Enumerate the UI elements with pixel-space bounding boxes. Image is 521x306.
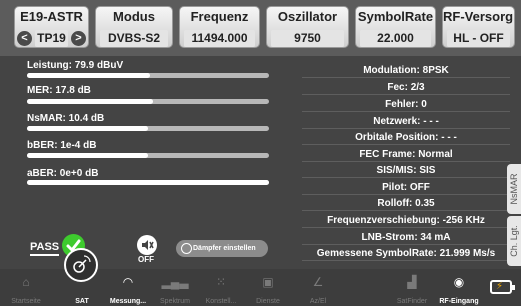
nsmar-label: NsMAR: 10.4 dB <box>27 113 105 124</box>
mer-meter <box>27 99 269 104</box>
nav-satfinder-label: SatFinder <box>396 298 428 305</box>
nav-constellation-label: Konstell... <box>205 298 237 305</box>
next-transponder-button[interactable]: > <box>71 31 86 46</box>
info-sis-mis: SIS/MIS: SIS <box>302 165 510 178</box>
rf-input-icon: ◉ <box>453 275 465 289</box>
nsmar-meter <box>27 126 269 131</box>
prev-transponder-button[interactable]: < <box>17 31 32 46</box>
spectrum-icon: ▂▄▃ <box>161 275 189 289</box>
info-network: Netzwerk: - - - <box>302 116 510 129</box>
nav-satfinder[interactable]: ▟ SatFinder <box>390 269 434 306</box>
constellation-icon: ⁙ <box>215 275 227 289</box>
mute-speaker-icon[interactable] <box>137 235 157 255</box>
satfinder-icon: ▟ <box>407 275 417 289</box>
aber-label: aBER: 0e+0 dB <box>27 168 99 179</box>
nav-rf-input[interactable]: ◉ RF-Eingang <box>436 269 482 306</box>
oscillator-cell[interactable]: Oszillator 9750 <box>266 6 349 48</box>
mer-label: MER: 17.8 dB <box>27 85 91 96</box>
transponder-value: TP19 <box>35 30 68 47</box>
tab-channel-length[interactable]: Ch. Lgt. <box>507 216 521 266</box>
symbolrate-value: 22.000 <box>360 30 431 47</box>
nav-home[interactable]: ⌂ Startseite <box>6 269 46 306</box>
mode-cell[interactable]: Modus DVBS-S2 <box>95 6 173 48</box>
nav-az-el-label: Az/El <box>309 298 327 305</box>
frequency-title: Frequenz <box>190 9 249 24</box>
bber-meter-fill <box>27 153 148 158</box>
header-bar: E19-ASTR TP19 < > Modus DVBS-S2 Frequenz… <box>0 0 521 54</box>
info-fec: Fec: 2/3 <box>302 82 510 95</box>
nav-rf-input-label: RF-Eingang <box>439 298 479 305</box>
charging-bolt-icon: ⚡ <box>496 281 504 292</box>
azimuth-icon: ∠ <box>312 275 324 289</box>
oscillator-value: 9750 <box>271 30 344 47</box>
info-rolloff: Rolloff: 0.35 <box>302 198 510 211</box>
bber-meter <box>27 153 269 158</box>
info-errors: Fehler: 0 <box>302 99 510 112</box>
tab-nsmar[interactable]: NsMAR <box>507 164 521 214</box>
power-meter-fill <box>27 73 151 78</box>
nav-home-label: Startseite <box>11 298 41 305</box>
info-modulation: Modulation: 8PSK <box>302 65 510 78</box>
pass-label: PASS <box>30 241 60 256</box>
frequency-value: 11494.000 <box>184 30 255 47</box>
tab-nsmar-label: NsMAR <box>509 173 519 205</box>
gauge-icon: ◠ <box>122 275 134 289</box>
symbolrate-cell[interactable]: SymbolRate 22.000 <box>355 6 436 48</box>
nav-sat-label: SAT <box>75 298 89 305</box>
mode-title: Modus <box>113 9 155 24</box>
mute-off-label: OFF <box>138 255 154 264</box>
home-icon: ⌂ <box>22 275 30 289</box>
nav-spectrum-label: Spektrum <box>160 298 190 305</box>
info-fec-frame: FEC Frame: Normal <box>302 149 510 162</box>
mer-meter-fill <box>27 99 153 104</box>
aber-meter-fill <box>27 180 269 185</box>
set-damper-button[interactable]: Dämpfer einstellen <box>176 240 268 257</box>
nav-spectrum[interactable]: ▂▄▃ Spektrum <box>153 269 197 306</box>
aber-meter <box>27 180 269 185</box>
info-measured-symbolrate: Gemessene SymbolRate: 21.999 Ms/s <box>302 248 510 261</box>
nav-services-label: Dienste <box>256 298 280 305</box>
oscillator-title: Oszillator <box>277 9 338 24</box>
symbolrate-title: SymbolRate <box>357 9 434 24</box>
power-meter <box>27 73 269 78</box>
satellite-icon[interactable] <box>64 248 98 282</box>
nav-constellation[interactable]: ⁙ Konstell... <box>198 269 244 306</box>
rf-supply-title: RF-Versorg... <box>443 9 514 24</box>
info-orbital-position: Orbitale Position: - - - <box>302 132 510 145</box>
damper-icon <box>181 243 192 254</box>
nav-measurement[interactable]: ◠ Messung... <box>104 269 152 306</box>
satellite-name: E19-ASTR <box>20 9 83 24</box>
power-label: Leistung: 79.9 dBuV <box>27 60 124 71</box>
info-lnb-current: LNB-Strom: 34 mA <box>302 232 510 245</box>
nav-measurement-label: Messung... <box>109 298 147 305</box>
satellite-selector[interactable]: E19-ASTR TP19 < > <box>14 6 89 48</box>
nsmar-meter-fill <box>27 126 148 131</box>
tab-channel-length-label: Ch. Lgt. <box>509 225 519 257</box>
battery-charging-icon: ⚡ <box>490 280 515 294</box>
nav-az-el[interactable]: ∠ Az/El <box>300 269 336 306</box>
frequency-cell[interactable]: Frequenz 11494.000 <box>179 6 260 48</box>
mode-value: DVBS-S2 <box>100 30 168 47</box>
nav-services[interactable]: ▣ Dienste <box>248 269 288 306</box>
bber-label: bBER: 1e-4 dB <box>27 140 97 151</box>
services-icon: ▣ <box>262 275 274 289</box>
info-frequency-offset: Frequenzverschiebung: -256 KHz <box>302 215 510 228</box>
info-pilot: Pilot: OFF <box>302 182 510 195</box>
set-damper-label: Dämpfer einstellen <box>193 245 256 252</box>
rf-supply-value: HL - OFF <box>447 30 510 47</box>
rf-supply-cell[interactable]: RF-Versorg... HL - OFF <box>442 6 515 48</box>
